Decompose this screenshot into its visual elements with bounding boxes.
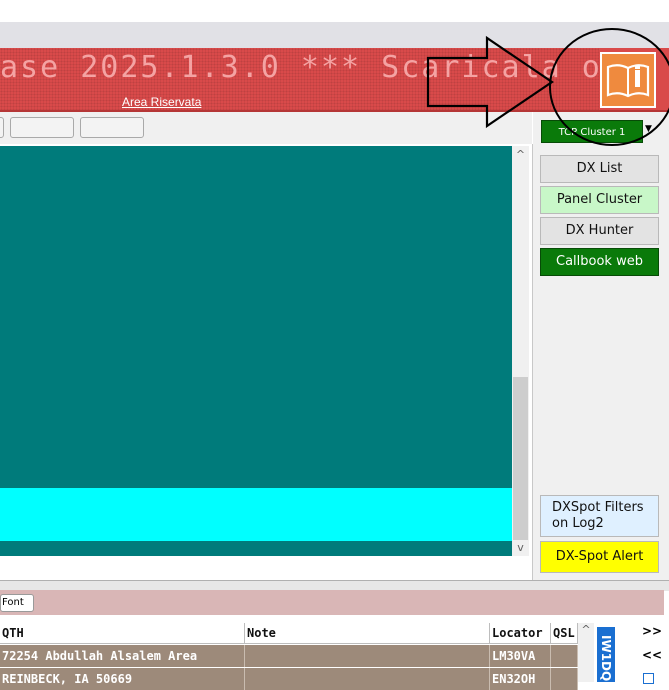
panel-cluster-button[interactable]: Panel Cluster [540, 186, 659, 214]
cell-locator: LM30VA [490, 645, 551, 667]
book-info-icon [606, 64, 650, 98]
cell-note [245, 668, 490, 690]
toolbar-button-3[interactable] [80, 117, 144, 138]
column-header-qsl[interactable]: QSL [551, 623, 578, 644]
title-strip [0, 22, 669, 48]
cell-qsl [551, 645, 578, 667]
selected-spot-row[interactable] [0, 488, 512, 541]
scroll-up-icon[interactable]: ^ [512, 148, 529, 161]
cell-qsl [551, 668, 578, 690]
column-header-note[interactable]: Note [245, 623, 490, 644]
cell-note [245, 645, 490, 667]
banner-scroll-text: ase 2025.1.3.0 *** Scaricala ora! [0, 50, 600, 85]
column-header-qth[interactable]: QTH [0, 623, 245, 644]
scroll-up-icon[interactable]: ^ [578, 623, 594, 636]
table-row[interactable]: 72254 Abdullah Alsalem Area LM30VA [0, 645, 578, 667]
callsign-tab[interactable]: IW1DQ [597, 627, 615, 682]
column-header-locator[interactable]: Locator [490, 623, 551, 644]
window-top-area [0, 0, 669, 22]
dx-spot-alert-button[interactable]: DX-Spot Alert [540, 541, 659, 573]
chevron-down-icon[interactable]: ▼ [645, 124, 652, 134]
dxspot-filters-label-2: on Log2 [552, 516, 604, 531]
dx-list-button[interactable]: DX List [540, 155, 659, 183]
scroll-down-icon[interactable]: v [512, 541, 529, 554]
scroll-thumb[interactable] [513, 377, 528, 540]
dx-hunter-button[interactable]: DX Hunter [540, 217, 659, 245]
next-page-button[interactable]: >> [642, 624, 662, 638]
cell-qth: 72254 Abdullah Alsalem Area [0, 645, 245, 667]
toolbar-button-2[interactable] [10, 117, 74, 138]
table-row[interactable]: REINBECK, IA 50669 EN32OH [0, 668, 578, 690]
callbook-web-button[interactable]: Callbook web [540, 248, 659, 276]
checkbox[interactable] [643, 673, 654, 684]
cluster-select[interactable]: TCP Cluster 1 [541, 120, 643, 143]
font-button[interactable]: Font [0, 594, 34, 612]
cell-qth: REINBECK, IA 50669 [0, 668, 245, 690]
log-toolbar [0, 590, 664, 615]
grid-scrollbar[interactable]: ^ [578, 623, 594, 682]
dxspot-filters-button[interactable]: DXSpot Filters on Log2 [540, 495, 659, 537]
info-button[interactable] [600, 52, 656, 108]
prev-page-button[interactable]: << [642, 648, 662, 662]
toolbar-button-1[interactable] [0, 117, 4, 138]
dxspot-filters-label-1: DXSpot Filters [552, 500, 644, 515]
reserved-area-link[interactable]: Area Riservata [122, 95, 201, 109]
cell-locator: EN32OH [490, 668, 551, 690]
